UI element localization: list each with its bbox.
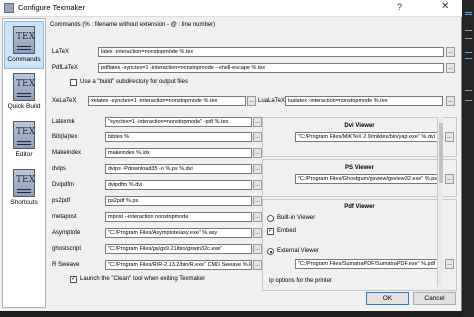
lualatex-browse-button[interactable]: ...: [446, 96, 455, 106]
dvips-command-field[interactable]: dvips -Pdownload35 -o %.ps %.dvi: [105, 164, 252, 174]
tex-editor-icon: TEX: [13, 121, 35, 149]
sidebar-item-shortcuts[interactable]: TEX Shortcuts: [4, 165, 44, 213]
dvips-label: dvips: [52, 166, 67, 172]
external-viewer-radio[interactable]: [267, 248, 274, 255]
asymptote-label: Asymptote: [52, 230, 81, 236]
config-sidebar: TEX Commands TEX Quick Build TEX Editor …: [2, 18, 46, 308]
tex-glyph: TEX: [16, 127, 35, 137]
printer-options-label: ip options for the printer: [269, 278, 333, 284]
tex-glyph: TEX: [16, 32, 35, 42]
sidebar-item-quick-build[interactable]: TEX Quick Build: [4, 69, 44, 117]
pdflatex-command-field[interactable]: pdflatex -synctex=1 -interaction=nonstop…: [98, 63, 444, 73]
bibtex-command-field[interactable]: bibtex %: [105, 132, 252, 142]
sidebar-item-editor[interactable]: TEX Editor: [4, 117, 44, 165]
build-subdir-label: Use a "build" subdirectory for output fi…: [80, 79, 188, 85]
title-bar: Configure Texmaker ? ✕: [0, 0, 462, 17]
external-viewer-label: External Viewer: [277, 248, 319, 254]
tex-quickbuild-icon: TEX: [13, 73, 35, 101]
tex-shortcuts-icon: TEX: [13, 169, 35, 197]
latex-label: LaTeX: [52, 49, 70, 55]
metapost-command-field[interactable]: mpost --interaction nonstopmode: [105, 212, 252, 222]
asymptote-browse-button[interactable]: ...: [253, 228, 262, 238]
pdflatex-label: PdfLaTeX: [52, 65, 79, 71]
metapost-browse-button[interactable]: ...: [253, 212, 262, 222]
rsweave-label: R Sweave: [52, 262, 80, 268]
makeindex-command-field[interactable]: makeindex %.idx: [105, 148, 252, 158]
pdf-viewer-field[interactable]: "C:/Program Files/SumatraPDF/SumatraPDF.…: [295, 259, 443, 269]
latexmk-label: Latexmk: [52, 119, 75, 125]
latexmk-browse-button[interactable]: ...: [253, 117, 262, 127]
commands-header: Commands (% : filename without extension…: [50, 22, 216, 28]
sidebar-item-label: Quick Build: [7, 103, 41, 110]
bibtex-browse-button[interactable]: ...: [253, 132, 262, 142]
texmaker-app-icon: [4, 3, 14, 13]
tex-commands-icon: TEX: [13, 26, 35, 54]
clean-on-exit-label: Launch the "Clean" tool when exiting Tex…: [80, 276, 206, 282]
window-title: Configure Texmaker: [18, 3, 85, 12]
sidebar-item-label: Shortcuts: [10, 199, 38, 206]
ps-viewer-title: PS Viewer: [345, 165, 374, 171]
clean-on-exit-checkbox[interactable]: ✓: [70, 276, 77, 283]
xelatex-command-field[interactable]: xelatex -synctex=1 -interaction=nonstopm…: [88, 96, 246, 106]
bibtex-label: Bib(la)tex: [52, 134, 78, 140]
makeindex-browse-button[interactable]: ...: [253, 148, 262, 158]
help-button[interactable]: ?: [397, 2, 402, 12]
asymptote-command-field[interactable]: "C:/Program Files/Asymptote/asy.exe" %.a…: [105, 228, 252, 238]
dvi-viewer-field[interactable]: "C:/Program Files/MiKTeX 2.9/miktex/bin/…: [295, 132, 443, 142]
embed-checkbox[interactable]: ✓: [267, 228, 274, 235]
latex-command-field[interactable]: latex -interaction=nonstopmode %.tex: [98, 47, 444, 57]
pdf-viewer-panel: Pdf Viewer Built-in Viewer ✓ Embed Exter…: [262, 199, 457, 291]
builtin-viewer-label: Built-in Viewer: [277, 215, 316, 221]
sidebar-item-label: Commands: [7, 56, 41, 63]
makeindex-label: Makeindex: [52, 150, 82, 156]
rsweave-browse-button[interactable]: ...: [253, 260, 262, 270]
pdf-viewer-title: Pdf Viewer: [344, 204, 375, 210]
pdf-viewer-browse-button[interactable]: ...: [445, 259, 454, 269]
close-button[interactable]: ✕: [441, 1, 449, 12]
lualatex-command-field[interactable]: lualatex -interaction=nonstopmode %.tex: [285, 96, 443, 106]
dvipdfm-browse-button[interactable]: ...: [253, 180, 262, 190]
ps2pdf-command-field[interactable]: ps2pdf %.ps: [105, 196, 252, 206]
ps-viewer-field[interactable]: "C:/Program Files/Ghostgum/gsview/gsview…: [295, 174, 443, 184]
sidebar-item-label: Editor: [15, 151, 33, 158]
ps2pdf-label: ps2pdf: [52, 198, 71, 204]
ghostscript-browse-button[interactable]: ...: [253, 244, 262, 254]
cancel-button[interactable]: Cancel: [413, 292, 456, 305]
dvipdfm-label: Dvipdfm: [52, 182, 75, 188]
ps2pdf-browse-button[interactable]: ...: [253, 196, 262, 206]
embed-label: Embed: [277, 228, 297, 234]
configure-dialog: Configure Texmaker ? ✕ TEX Commands TEX …: [0, 0, 462, 311]
pdflatex-browse-button[interactable]: ...: [446, 63, 455, 73]
latexmk-command-field[interactable]: "synctex=1 -interaction=nonstopmode" -pd…: [105, 117, 252, 127]
dvi-viewer-panel: Dvi Viewer "C:/Program Files/MiKTeX 2.9/…: [262, 117, 457, 157]
lualatex-label: LuaLaTeX: [258, 98, 286, 104]
sidebar-item-commands[interactable]: TEX Commands: [4, 21, 44, 69]
dvi-viewer-browse-button[interactable]: ...: [445, 132, 454, 142]
ps-viewer-browse-button[interactable]: ...: [445, 174, 454, 184]
panel-scrollbar[interactable]: [437, 117, 443, 287]
dvips-browse-button[interactable]: ...: [253, 164, 262, 174]
background-editor-strip: [463, 0, 474, 317]
latex-browse-button[interactable]: ...: [446, 47, 455, 57]
ps-viewer-panel: PS Viewer "C:/Program Files/Ghostgum/gsv…: [262, 159, 457, 197]
builtin-viewer-radio[interactable]: [267, 215, 274, 222]
ok-button[interactable]: OK: [366, 292, 409, 305]
ghostscript-command-field[interactable]: "C:/Program Files/gs/gs9.21/bin/gswin32c…: [105, 244, 252, 254]
build-subdir-checkbox[interactable]: [70, 79, 77, 86]
dvipdfm-command-field[interactable]: dvipdfm %.dvi: [105, 180, 252, 190]
tex-glyph: TEX: [16, 175, 35, 185]
tex-glyph: TEX: [16, 79, 35, 89]
dvi-viewer-title: Dvi Viewer: [344, 123, 375, 129]
scrollbar-thumb[interactable]: [439, 123, 443, 183]
ghostscript-label: ghostscript: [52, 246, 82, 252]
metapost-label: metapost: [52, 214, 77, 220]
xelatex-browse-button[interactable]: ...: [247, 96, 256, 106]
xelatex-label: XeLaTeX: [52, 98, 77, 104]
rsweave-command-field[interactable]: "C:/Program Files/R/R-2.13.2/bin/R.exe" …: [105, 260, 252, 270]
commands-page: Commands (% : filename without extension…: [48, 18, 460, 291]
